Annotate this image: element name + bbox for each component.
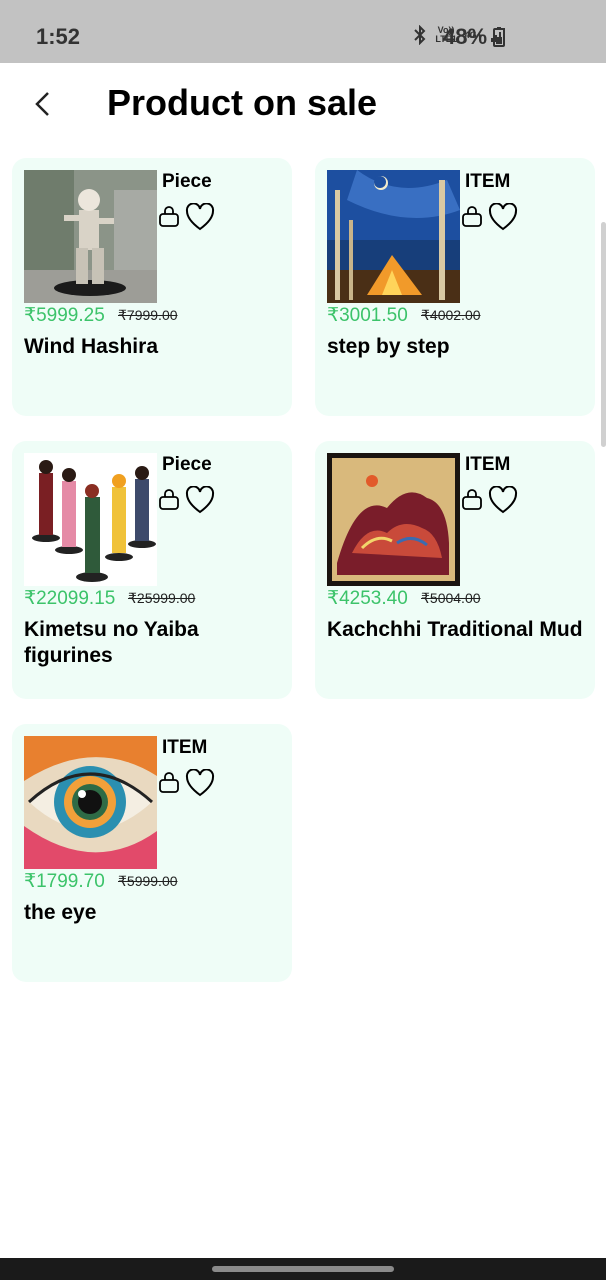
shopping-bag-icon[interactable] bbox=[158, 489, 180, 511]
status-bar: 1:52 Vo)) LTE1 4G+ 48% bbox=[0, 0, 606, 63]
product-name: Wind Hashira bbox=[24, 335, 158, 358]
shopping-bag-icon[interactable] bbox=[461, 206, 483, 228]
sale-price: ₹3001.50 bbox=[327, 305, 408, 326]
shopping-bag-icon[interactable] bbox=[158, 206, 180, 228]
product-name: Kimetsu no Yaiba figurines bbox=[24, 618, 199, 667]
original-price: ₹4002.00 bbox=[421, 307, 481, 323]
original-price: ₹7999.00 bbox=[118, 307, 178, 323]
product-image bbox=[24, 736, 157, 869]
product-card[interactable]: ITEM ₹4253.40 ₹5004.00 Kachchhi Traditio… bbox=[315, 441, 595, 699]
product-unit: ITEM bbox=[465, 454, 511, 475]
sale-price: ₹4253.40 bbox=[327, 588, 408, 609]
product-image bbox=[327, 170, 460, 303]
heart-icon[interactable] bbox=[185, 769, 215, 797]
original-price: ₹25999.00 bbox=[128, 590, 196, 606]
original-price: ₹5999.00 bbox=[118, 873, 178, 889]
original-price: ₹5004.00 bbox=[421, 590, 481, 606]
product-image bbox=[24, 170, 157, 303]
product-name: Kachchhi Traditional Mud bbox=[327, 618, 583, 641]
navigation-bar bbox=[0, 1258, 606, 1280]
sale-price: ₹5999.25 bbox=[24, 305, 105, 326]
product-unit: Piece bbox=[162, 171, 212, 192]
product-unit: ITEM bbox=[465, 171, 511, 192]
product-unit: ITEM bbox=[162, 737, 208, 758]
battery-percent: 48% bbox=[443, 24, 488, 49]
product-card[interactable]: Piece ₹5999.25 ₹7999.00 Wind Hashira bbox=[12, 158, 292, 416]
shopping-bag-icon[interactable] bbox=[158, 772, 180, 794]
sale-price: ₹22099.15 bbox=[24, 588, 116, 609]
sale-price: ₹1799.70 bbox=[24, 871, 105, 892]
product-name: step by step bbox=[327, 335, 450, 358]
page-title: Product on sale bbox=[107, 82, 378, 123]
status-time: 1:52 bbox=[36, 24, 81, 49]
product-card[interactable]: ITEM ₹1799.70 ₹5999.00 the eye bbox=[12, 724, 292, 982]
product-card[interactable]: ITEM ₹3001.50 ₹4002.00 step by step bbox=[315, 158, 595, 416]
product-card[interactable]: Piece ₹22099.15 ₹25999.00 Kimetsu no Yai… bbox=[12, 441, 292, 699]
heart-icon[interactable] bbox=[488, 486, 518, 514]
scrollbar[interactable] bbox=[601, 222, 606, 447]
product-name: the eye bbox=[24, 901, 97, 924]
bluetooth-icon bbox=[414, 25, 426, 45]
back-arrow-icon[interactable] bbox=[28, 89, 58, 119]
product-unit: Piece bbox=[162, 454, 212, 475]
product-image bbox=[24, 453, 157, 586]
heart-icon[interactable] bbox=[488, 203, 518, 231]
heart-icon[interactable] bbox=[185, 486, 215, 514]
shopping-bag-icon[interactable] bbox=[461, 489, 483, 511]
home-gesture-handle[interactable] bbox=[212, 1266, 394, 1272]
heart-icon[interactable] bbox=[185, 203, 215, 231]
battery-icon bbox=[493, 27, 505, 47]
header: Product on sale bbox=[0, 63, 606, 148]
product-image bbox=[327, 453, 460, 586]
